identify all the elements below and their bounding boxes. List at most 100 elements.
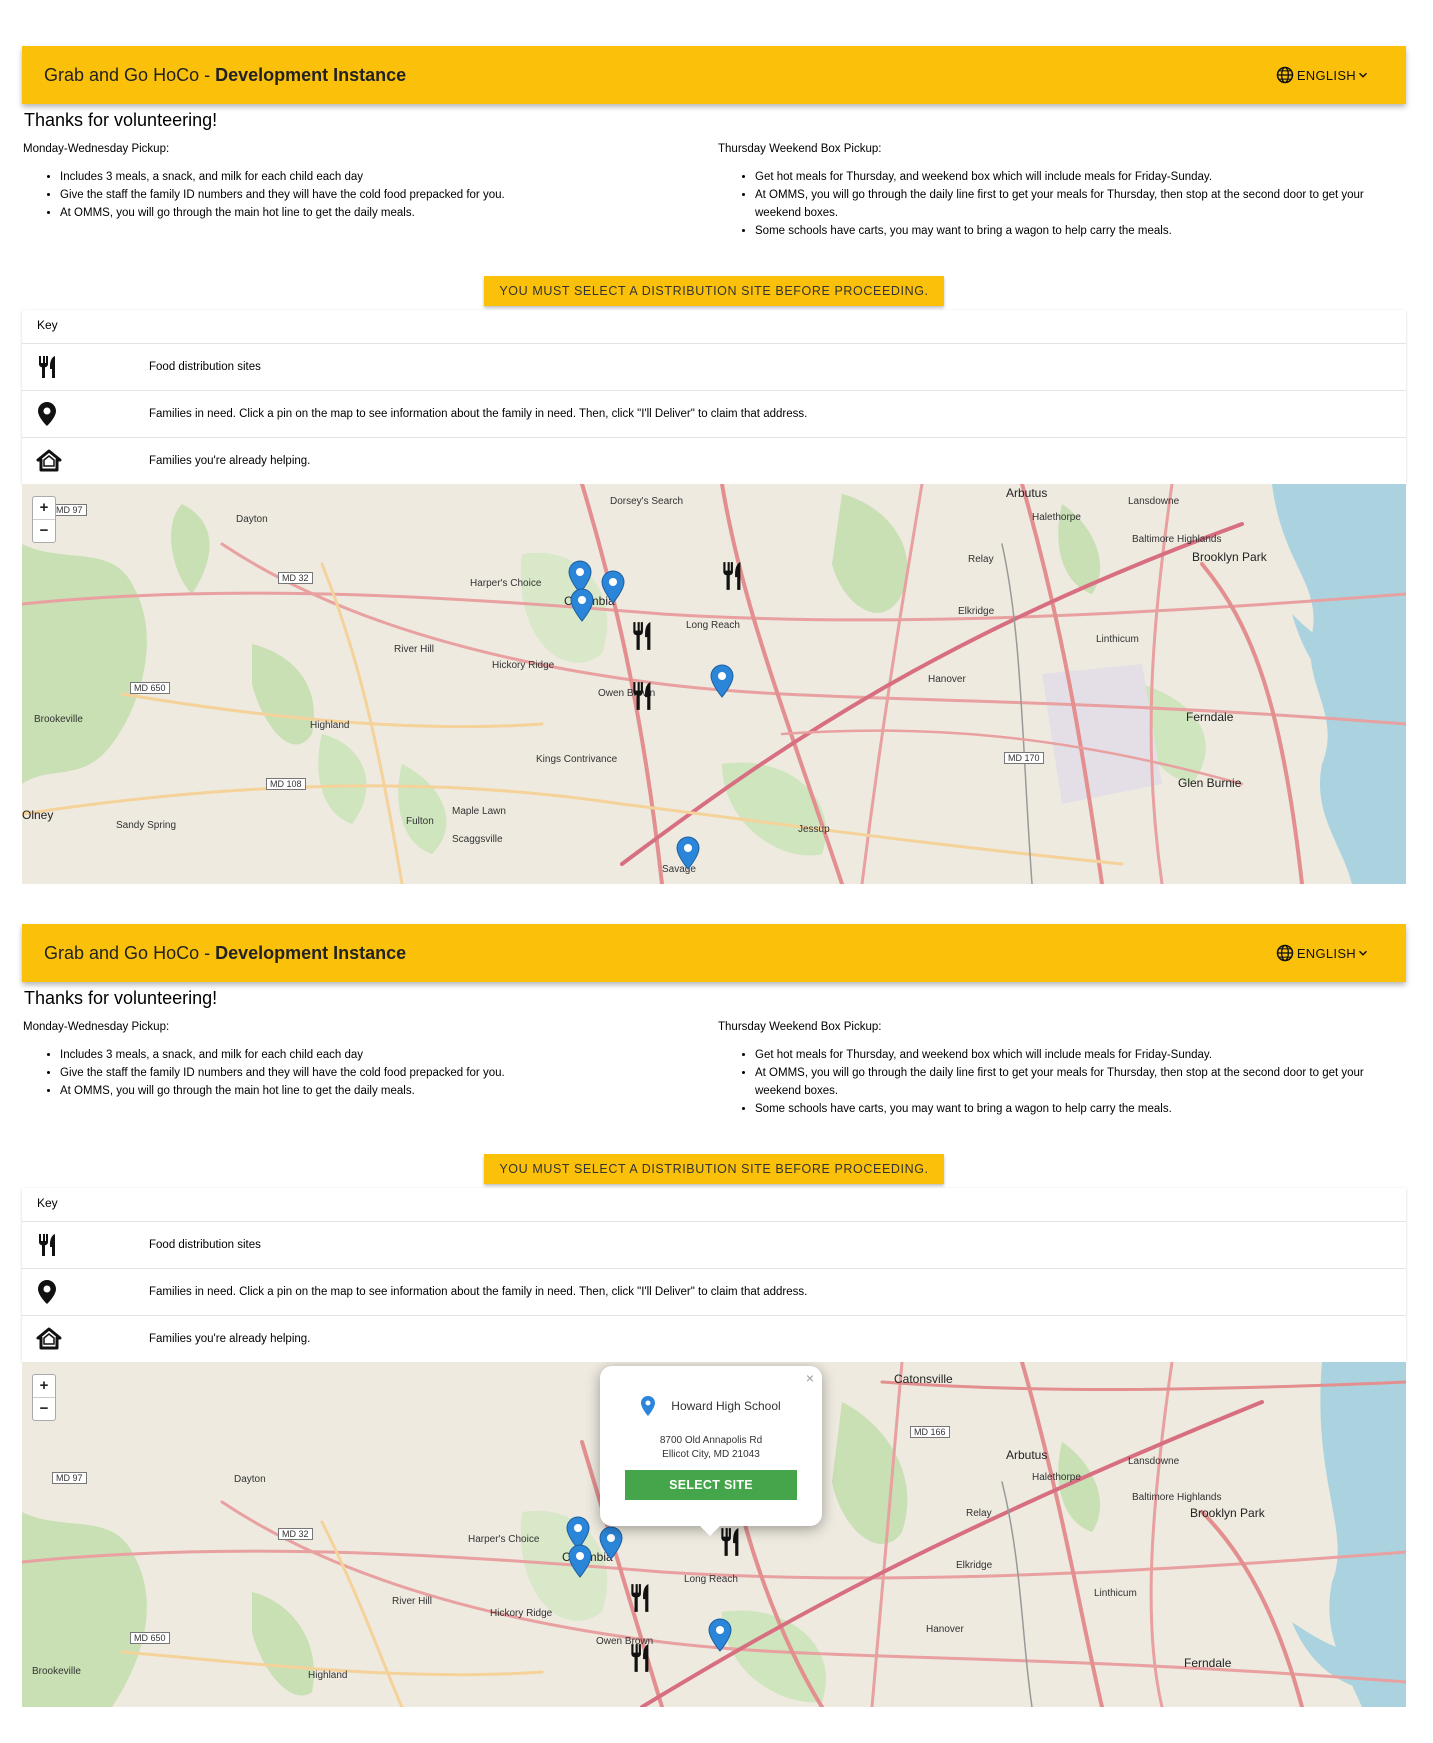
monday-pickup: Monday-Wednesday Pickup: Includes 3 meal… bbox=[22, 1018, 718, 1152]
app-bar: Grab and Go HoCo - Development Instance … bbox=[22, 46, 1406, 104]
list-item: Get hot meals for Thursday, and weekend … bbox=[755, 1046, 1406, 1064]
zoom-out-button[interactable]: − bbox=[33, 519, 55, 542]
map-label: Brookeville bbox=[34, 714, 83, 725]
key-text: Food distribution sites bbox=[149, 361, 261, 373]
road-shield: MD 108 bbox=[266, 778, 306, 790]
list-item: Some schools have carts, you may want to… bbox=[755, 1100, 1406, 1118]
map-label: Baltimore Highlands bbox=[1132, 534, 1222, 545]
map-label: Lansdowne bbox=[1128, 496, 1180, 507]
map-label: Hanover bbox=[926, 1624, 964, 1635]
key-text: Families you're already helping. bbox=[149, 455, 311, 467]
distribution-site-fork-knife-icon[interactable] bbox=[628, 1582, 656, 1614]
map-label: Brookeville bbox=[32, 1666, 81, 1677]
thanks-heading: Thanks for volunteering! bbox=[24, 110, 218, 130]
key-row-families-in-need: Families in need. Click a pin on the map… bbox=[22, 391, 1406, 438]
road-shield: MD 97 bbox=[52, 504, 87, 516]
map-label: Dayton bbox=[234, 1474, 266, 1485]
map-label: Brooklyn Park bbox=[1192, 550, 1267, 564]
home-outline-icon bbox=[36, 449, 62, 472]
map-label: Halethorpe bbox=[1032, 1472, 1081, 1483]
key-row-food-sites: Food distribution sites bbox=[22, 1222, 1406, 1269]
key-row-food-sites: Food distribution sites bbox=[22, 344, 1406, 391]
globe-icon bbox=[1276, 944, 1294, 962]
distribution-site-fork-knife-icon[interactable] bbox=[718, 1526, 746, 1558]
list-item: At OMMS, you will go through the main ho… bbox=[60, 1082, 718, 1100]
distribution-site-fork-knife-icon[interactable] bbox=[628, 1642, 656, 1674]
map-label: Kings Contrivance bbox=[536, 754, 618, 765]
family-pin-icon[interactable] bbox=[676, 836, 700, 870]
family-pin-icon[interactable] bbox=[568, 1544, 592, 1578]
language-label: ENGLISH bbox=[1296, 67, 1356, 83]
map-label: Jessup bbox=[798, 824, 830, 835]
list-item: At OMMS, you will go through the daily l… bbox=[755, 1064, 1406, 1100]
family-pin-icon[interactable] bbox=[708, 1618, 732, 1652]
map-label: Harper's Choice bbox=[468, 1534, 540, 1545]
road-shield: MD 32 bbox=[278, 572, 313, 584]
road-shield: MD 32 bbox=[278, 1528, 313, 1540]
select-site-button[interactable]: SELECT SITE bbox=[625, 1470, 797, 1500]
road-shield: MD 97 bbox=[52, 1472, 87, 1484]
map-label: River Hill bbox=[392, 1596, 432, 1607]
map-label: Glen Burnie bbox=[1178, 776, 1242, 790]
chevron-down-icon bbox=[1358, 950, 1368, 956]
list-item: Give the staff the family ID numbers and… bbox=[60, 186, 718, 204]
map-label: Sandy Spring bbox=[116, 820, 177, 831]
map-label: Ferndale bbox=[1186, 710, 1234, 724]
map-label: Elkridge bbox=[956, 1560, 993, 1571]
key-text: Families you're already helping. bbox=[149, 1333, 311, 1345]
map-key: Key Food distribution sites Families in … bbox=[22, 310, 1406, 484]
map-label: Highland bbox=[310, 720, 350, 731]
key-heading: Key bbox=[22, 310, 1406, 344]
map-view[interactable]: + − Catonsville Arbutus Lansdowne Haleth… bbox=[22, 1362, 1406, 1707]
family-pin-icon[interactable] bbox=[601, 570, 625, 604]
map-label: River Hill bbox=[394, 644, 434, 655]
zoom-control: + − bbox=[32, 1374, 56, 1421]
map-pin-icon bbox=[38, 402, 56, 426]
key-row-families-helping: Families you're already helping. bbox=[22, 1316, 1406, 1362]
language-selector[interactable]: ENGLISH bbox=[1275, 65, 1372, 85]
map-label: Long Reach bbox=[684, 1574, 738, 1585]
map-label: Relay bbox=[966, 1508, 992, 1519]
map-label: Linthicum bbox=[1096, 634, 1139, 645]
distribution-site-fork-knife-icon[interactable] bbox=[720, 560, 748, 592]
map-label: Catonsville bbox=[894, 1372, 953, 1386]
thanks-heading: Thanks for volunteering! bbox=[24, 988, 218, 1008]
site-address: 8700 Old Annapolis Rd Ellicot City, MD 2… bbox=[659, 1435, 763, 1460]
map-label: Harper's Choice bbox=[470, 578, 542, 589]
key-text: Families in need. Click a pin on the map… bbox=[149, 1286, 808, 1298]
list-item: Give the staff the family ID numbers and… bbox=[60, 1064, 718, 1082]
zoom-out-button[interactable]: − bbox=[33, 1397, 55, 1420]
list-item: Includes 3 meals, a snack, and milk for … bbox=[60, 1046, 718, 1064]
thursday-pickup: Thursday Weekend Box Pickup: Get hot mea… bbox=[718, 1018, 1406, 1152]
map-label: Hickory Ridge bbox=[490, 1608, 553, 1619]
key-heading: Key bbox=[22, 1188, 1406, 1222]
map-label: Arbutus bbox=[1006, 486, 1048, 500]
map-view[interactable]: + − Arbutus Lansdowne Halethorpe Dorsey'… bbox=[22, 484, 1406, 884]
zoom-in-button[interactable]: + bbox=[33, 1375, 55, 1397]
family-pin-icon[interactable] bbox=[710, 664, 734, 698]
map-pin-icon bbox=[38, 1280, 56, 1304]
map-label: Fulton bbox=[406, 816, 434, 827]
road-shield: MD 650 bbox=[130, 682, 170, 694]
map-label: Maple Lawn bbox=[452, 806, 506, 817]
map-label: Hanover bbox=[928, 674, 966, 685]
select-site-warning-button[interactable]: YOU MUST SELECT A DISTRIBUTION SITE BEFO… bbox=[484, 1154, 944, 1184]
map-label: Lansdowne bbox=[1128, 1456, 1180, 1467]
app-title: Grab and Go HoCo - Development Instance bbox=[44, 64, 407, 85]
language-selector[interactable]: ENGLISH bbox=[1275, 943, 1372, 963]
zoom-in-button[interactable]: + bbox=[33, 497, 55, 519]
language-label: ENGLISH bbox=[1296, 945, 1356, 961]
family-pin-icon[interactable] bbox=[570, 588, 594, 622]
location-pin-icon bbox=[641, 1396, 656, 1416]
monday-pickup: Monday-Wednesday Pickup: Includes 3 meal… bbox=[22, 140, 718, 274]
map-label: Hickory Ridge bbox=[492, 660, 555, 671]
site-name: Howard High School bbox=[671, 1399, 781, 1413]
distribution-site-fork-knife-icon[interactable] bbox=[630, 680, 658, 712]
select-site-warning-button[interactable]: YOU MUST SELECT A DISTRIBUTION SITE BEFO… bbox=[484, 276, 944, 306]
globe-icon bbox=[1276, 66, 1294, 84]
family-pin-icon[interactable] bbox=[599, 1526, 623, 1560]
popup-close-button[interactable]: × bbox=[806, 1370, 814, 1386]
list-item: Get hot meals for Thursday, and weekend … bbox=[755, 168, 1406, 186]
road-shield: MD 650 bbox=[130, 1632, 170, 1644]
distribution-site-fork-knife-icon[interactable] bbox=[630, 620, 658, 652]
